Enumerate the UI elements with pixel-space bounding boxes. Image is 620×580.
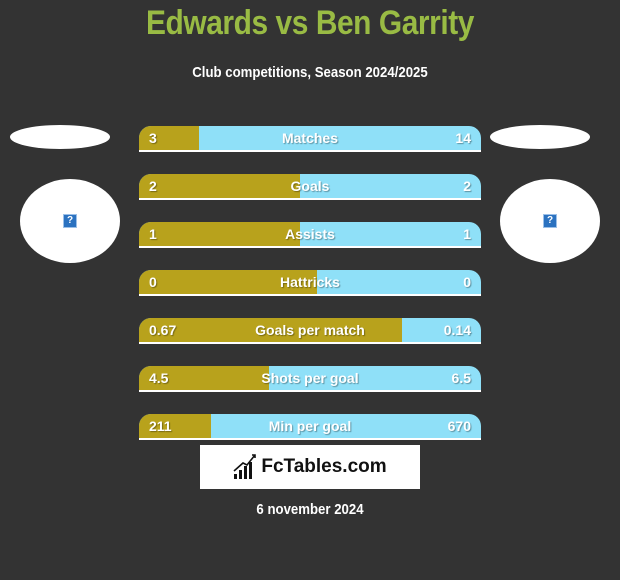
- stat-row: 1 Assists 1: [139, 222, 481, 248]
- stat-row: 0 Hattricks 0: [139, 270, 481, 296]
- brand-name: FcTables.com: [261, 456, 387, 477]
- fctables-logo[interactable]: FcTables.com: [200, 445, 420, 489]
- right-value: 0: [463, 274, 471, 290]
- date-label: 6 november 2024: [256, 501, 364, 518]
- bar-chart-icon: [233, 454, 257, 479]
- left-player-avatar: ?: [20, 179, 120, 263]
- stats-comparison: 3 Matches 14 2 Goals 2 1 Assists 1 0 Hattricks 0 0.6…: [139, 126, 481, 462]
- right-value: 0.14: [443, 322, 471, 338]
- stat-row: 3 Matches 14: [139, 126, 481, 152]
- right-value: 14: [455, 130, 471, 146]
- right-player-name-placeholder: [490, 125, 590, 149]
- right-value: 1: [463, 226, 471, 242]
- right-value: 670: [447, 418, 471, 434]
- stat-label: Min per goal: [268, 418, 352, 434]
- stat-row: 4.5 Shots per goal 6.5: [139, 366, 481, 392]
- right-value: 2: [463, 178, 471, 194]
- broken-image-icon: ?: [63, 214, 77, 228]
- right-value: 6.5: [451, 370, 471, 386]
- stat-row: 2 Goals 2: [139, 174, 481, 200]
- stat-label: Shots per goal: [261, 370, 359, 386]
- stat-label: Matches: [281, 130, 339, 146]
- stat-label: Hattricks: [280, 274, 340, 290]
- stat-label: Goals per match: [255, 322, 365, 338]
- stat-row: 0.67 Goals per match 0.14: [139, 318, 481, 344]
- stat-label: Goals: [290, 178, 330, 194]
- broken-image-icon: ?: [543, 214, 557, 228]
- left-player-name-placeholder: [10, 125, 110, 149]
- page-subtitle: Club competitions, Season 2024/2025: [192, 64, 428, 81]
- right-player-avatar: ?: [500, 179, 600, 263]
- page-title: Edwards vs Ben Garrity: [146, 4, 474, 42]
- stat-row: 211 Min per goal 670: [139, 414, 481, 440]
- stat-label: Assists: [285, 226, 335, 242]
